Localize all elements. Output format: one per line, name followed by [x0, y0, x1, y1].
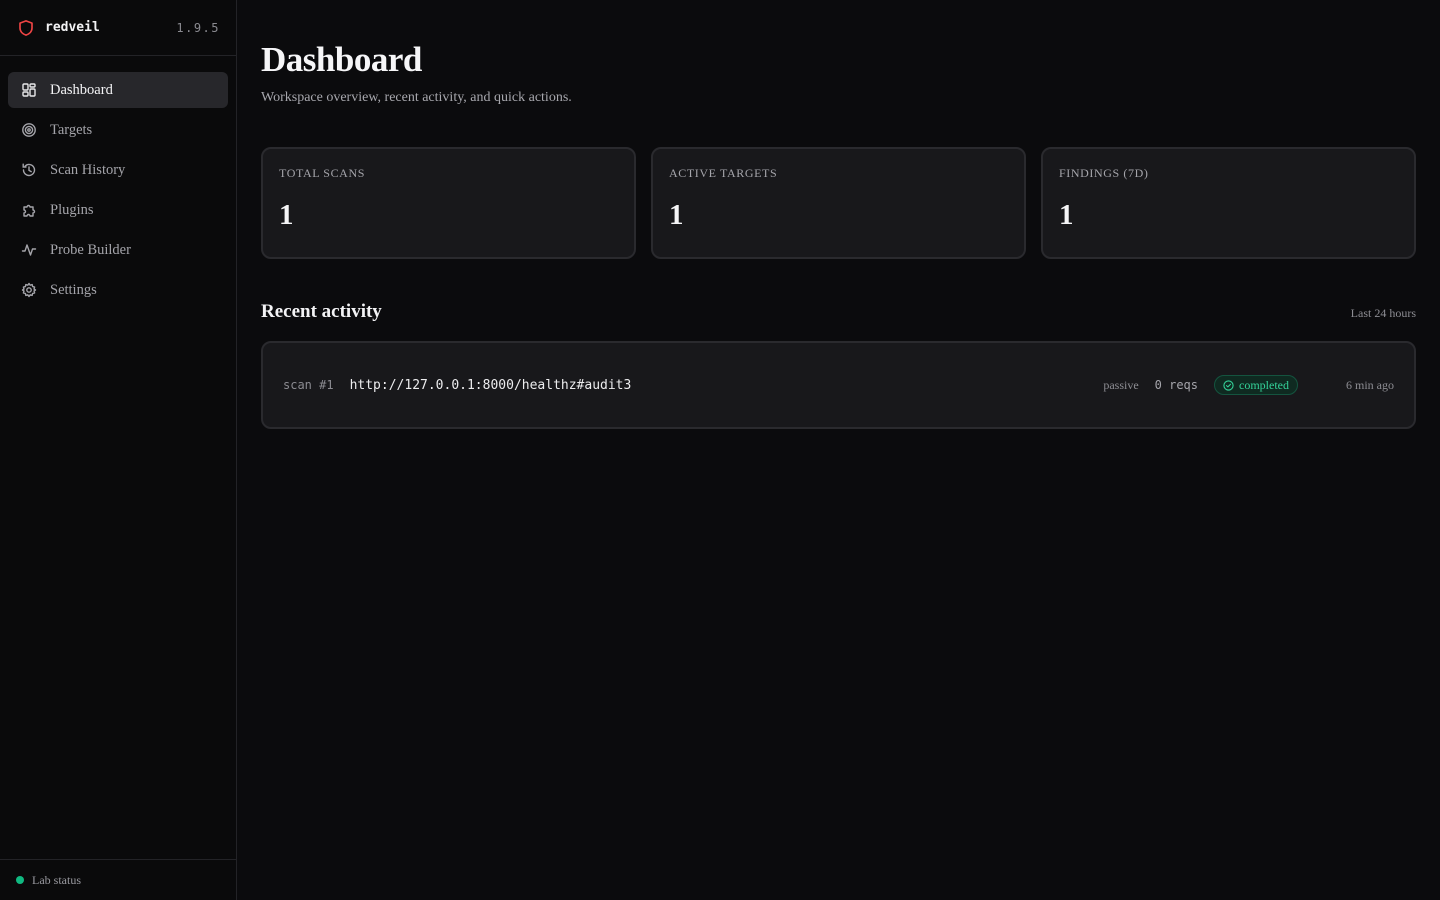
stat-value: 1: [279, 199, 294, 231]
sidebar-item-label: Plugins: [50, 201, 94, 218]
check-circle-icon: [1223, 379, 1234, 391]
recent-activity-header: Recent activity Last 24 hours: [261, 301, 1416, 323]
stat-label: FINDINGS (7D): [1059, 166, 1149, 180]
history-icon: [20, 161, 38, 179]
sidebar-item-settings[interactable]: Settings: [8, 272, 228, 308]
stats-row: TOTAL SCANS 1 ACTIVE TARGETS 1 FINDINGS …: [261, 147, 1416, 259]
stat-value: 1: [1059, 199, 1074, 231]
lab-status[interactable]: Lab status: [0, 859, 236, 900]
sidebar-item-label: Dashboard: [50, 81, 113, 98]
scan-time: 6 min ago: [1346, 377, 1394, 392]
stat-card-findings: FINDINGS (7D) 1: [1041, 147, 1416, 259]
brand-header: redveil 1.9.5: [0, 0, 236, 56]
scan-id: scan #1: [283, 378, 334, 392]
dashboard-grid-icon: [20, 81, 38, 99]
page-title: Dashboard: [261, 40, 422, 79]
scan-requests: 0 reqs: [1154, 378, 1199, 392]
sidebar-item-label: Targets: [50, 121, 93, 138]
activity-row[interactable]: scan #1 http://127.0.0.1:8000/healthz#au…: [261, 341, 1416, 429]
scan-url-link[interactable]: http://127.0.0.1:8000/healthz#audit3: [350, 378, 632, 393]
brand-name: redveil: [45, 20, 100, 35]
page-subtitle: Workspace overview, recent activity, and…: [261, 90, 572, 105]
target-icon: [20, 121, 38, 139]
status-badge-label: completed: [1239, 377, 1289, 392]
sidebar-item-label: Scan History: [50, 161, 126, 178]
lab-status-label: Lab status: [32, 872, 81, 887]
gear-icon: [20, 281, 38, 299]
status-badge: completed: [1214, 375, 1298, 395]
stat-value: 1: [669, 199, 684, 231]
status-dot-icon: [16, 876, 24, 884]
sidebar-item-label: Probe Builder: [50, 241, 131, 258]
stat-card-active-targets: ACTIVE TARGETS 1: [651, 147, 1026, 259]
app-root: redveil 1.9.5 Dashboard Targets Scan His…: [0, 0, 1440, 900]
stat-label: TOTAL SCANS: [279, 166, 365, 180]
sidebar-nav: Dashboard Targets Scan History Plugins P…: [0, 56, 236, 324]
scan-mode: passive: [1103, 377, 1139, 392]
sidebar-item-scan-history[interactable]: Scan History: [8, 152, 228, 188]
shield-icon: [17, 19, 35, 37]
puzzle-icon: [20, 201, 38, 219]
waveform-icon: [20, 241, 38, 259]
sidebar-item-plugins[interactable]: Plugins: [8, 192, 228, 228]
stat-card-total-scans: TOTAL SCANS 1: [261, 147, 636, 259]
version-label: 1.9.5: [176, 20, 220, 35]
section-title: Recent activity: [261, 301, 382, 322]
sidebar-item-probe-builder[interactable]: Probe Builder: [8, 232, 228, 268]
sidebar-item-label: Settings: [50, 281, 97, 298]
stat-label: ACTIVE TARGETS: [669, 166, 778, 180]
sidebar-item-targets[interactable]: Targets: [8, 112, 228, 148]
main-content: Dashboard Workspace overview, recent act…: [237, 0, 1440, 900]
sidebar-item-dashboard[interactable]: Dashboard: [8, 72, 228, 108]
activity-range: Last 24 hours: [1350, 306, 1416, 320]
sidebar: redveil 1.9.5 Dashboard Targets Scan His…: [0, 0, 237, 900]
